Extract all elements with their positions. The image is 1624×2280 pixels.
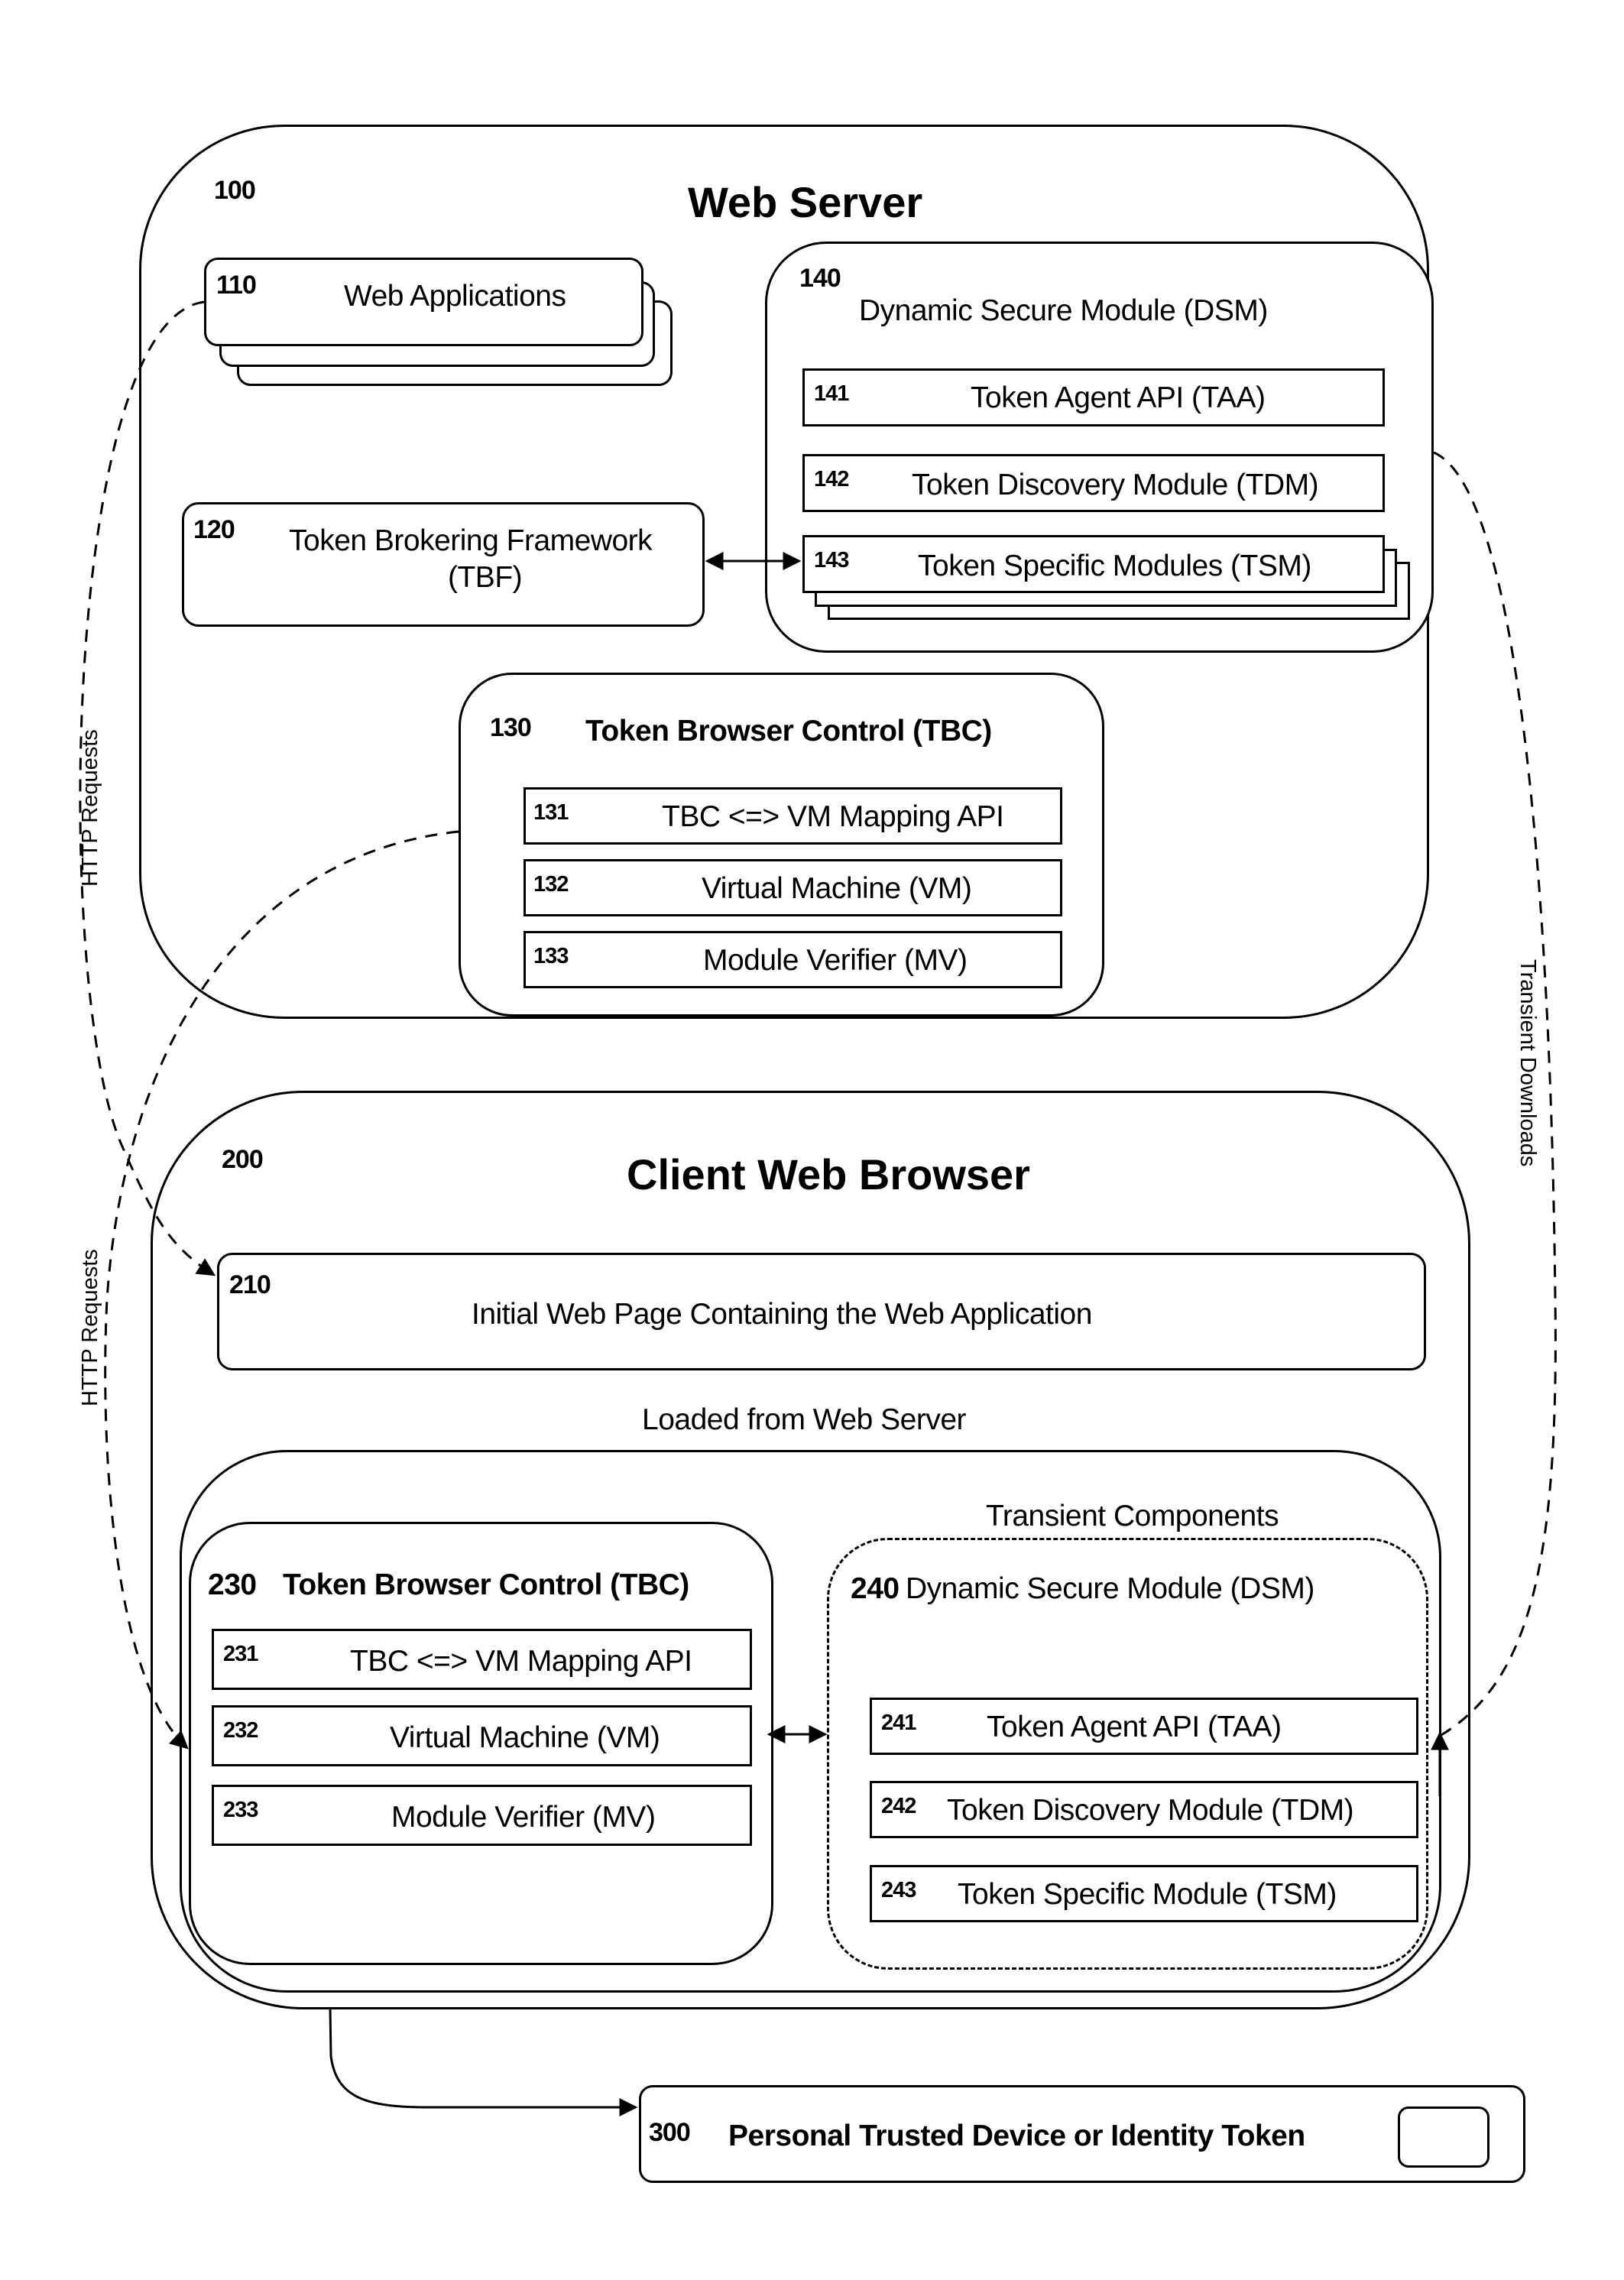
client-tbc-item-ref: 231 (223, 1642, 258, 1666)
client-tbc-title: Token Browser Control (TBC) (283, 1568, 689, 1601)
tbc-title: Token Browser Control (TBC) (585, 715, 992, 748)
dsm-item-label: Token Discovery Module (TDM) (912, 469, 1319, 501)
dsm-item-taa[interactable]: 141 Token Agent API (TAA) (802, 368, 1385, 426)
client-tbc-item-virtual-machine[interactable]: 232 Virtual Machine (VM) (212, 1705, 752, 1766)
client-browser-ref: 200 (222, 1145, 264, 1174)
dsm-ref: 140 (799, 264, 841, 293)
client-tbc-item-ref: 233 (223, 1798, 258, 1822)
client-dsm-item-label: Token Discovery Module (TDM) (947, 1794, 1354, 1827)
client-tbc-item-label: Module Verifier (MV) (391, 1801, 656, 1834)
client-tbc-item-label: Virtual Machine (VM) (390, 1721, 660, 1754)
tbc-item-module-verifier[interactable]: 133 Module Verifier (MV) (524, 931, 1062, 988)
client-dsm-item-taa[interactable]: 241 Token Agent API (TAA) (870, 1698, 1418, 1755)
initial-web-page-label: Initial Web Page Containing the Web Appl… (472, 1298, 1092, 1331)
initial-web-page-ref: 210 (229, 1270, 271, 1299)
tbc-item-mapping-api[interactable]: 131 TBC <=> VM Mapping API (524, 787, 1062, 845)
dsm-item-ref: 142 (814, 467, 849, 491)
http-requests-label-1: HTTP Requests (78, 729, 102, 887)
dsm-item-tdm[interactable]: 142 Token Discovery Module (TDM) (802, 454, 1385, 512)
client-tbc-item-label: TBC <=> VM Mapping API (350, 1645, 692, 1678)
client-dsm-item-label: Token Agent API (TAA) (987, 1711, 1282, 1743)
client-browser-title: Client Web Browser (627, 1150, 1030, 1198)
client-tbc-title-ref: 230 (208, 1568, 257, 1601)
transient-components-label: Transient Components (986, 1500, 1279, 1532)
dsm-item-tsm[interactable]: 143 Token Specific Modules (TSM) (802, 535, 1385, 593)
client-dsm-item-ref: 241 (881, 1711, 916, 1735)
personal-trusted-device-box[interactable]: 300 Personal Trusted Device or Identity … (639, 2085, 1525, 2183)
tbf-ref: 120 (193, 515, 235, 544)
client-device-connector (329, 2007, 638, 2116)
tbc-item-ref: 133 (533, 944, 569, 968)
client-tbc-item-ref: 232 (223, 1718, 258, 1743)
web-server-ref: 100 (214, 176, 256, 205)
client-tbc-item-mapping-api[interactable]: 231 TBC <=> VM Mapping API (212, 1629, 752, 1690)
tbc-item-virtual-machine[interactable]: 132 Virtual Machine (VM) (524, 859, 1062, 916)
web-applications-box[interactable]: 110 Web Applications (204, 258, 643, 346)
web-applications-ref: 110 (216, 271, 257, 300)
dsm-item-label: Token Agent API (TAA) (971, 381, 1266, 414)
dsm-title: Dynamic Secure Module (DSM) (859, 294, 1268, 327)
dsm-item-label: Token Specific Modules (TSM) (918, 550, 1311, 582)
client-dsm-item-ref: 242 (881, 1794, 916, 1818)
web-applications-label: Web Applications (344, 280, 566, 313)
dsm-item-ref: 141 (814, 381, 849, 406)
client-dsm-item-tdm[interactable]: 242 Token Discovery Module (TDM) (870, 1781, 1418, 1838)
tbc-item-ref: 131 (533, 800, 569, 825)
transient-downloads-label: Transient Downloads (1515, 959, 1540, 1167)
client-dsm-item-ref: 243 (881, 1878, 916, 1902)
tbc-ref: 130 (490, 713, 532, 742)
tbf-label-line2: (TBF) (448, 561, 523, 594)
token-brokering-framework-box[interactable]: 120 Token Brokering Framework (TBF) (182, 502, 705, 627)
client-dsm-item-label: Token Specific Module (TSM) (958, 1878, 1337, 1911)
http-requests-label-2: HTTP Requests (78, 1249, 102, 1406)
tbf-label-line1: Token Brokering Framework (289, 524, 653, 557)
client-tbc-item-module-verifier[interactable]: 233 Module Verifier (MV) (212, 1785, 752, 1846)
client-dsm-title: Dynamic Secure Module (DSM) (906, 1572, 1314, 1605)
web-server-title: Web Server (688, 178, 923, 226)
client-dsm-ref: 240 (851, 1572, 900, 1605)
token-device-icon (1398, 2106, 1489, 2168)
device-label: Personal Trusted Device or Identity Toke… (728, 2119, 1305, 2152)
dsm-item-ref: 143 (814, 548, 849, 572)
tbc-item-ref: 132 (533, 872, 569, 897)
initial-web-page-box[interactable]: 210 Initial Web Page Containing the Web … (217, 1253, 1426, 1370)
tbc-item-label: Module Verifier (MV) (703, 944, 968, 977)
device-ref: 300 (649, 2118, 691, 2147)
tbc-item-label: TBC <=> VM Mapping API (662, 800, 1004, 833)
tbc-item-label: Virtual Machine (VM) (702, 872, 972, 905)
loaded-from-web-server-label: Loaded from Web Server (642, 1403, 967, 1436)
client-dsm-item-tsm[interactable]: 243 Token Specific Module (TSM) (870, 1865, 1418, 1922)
